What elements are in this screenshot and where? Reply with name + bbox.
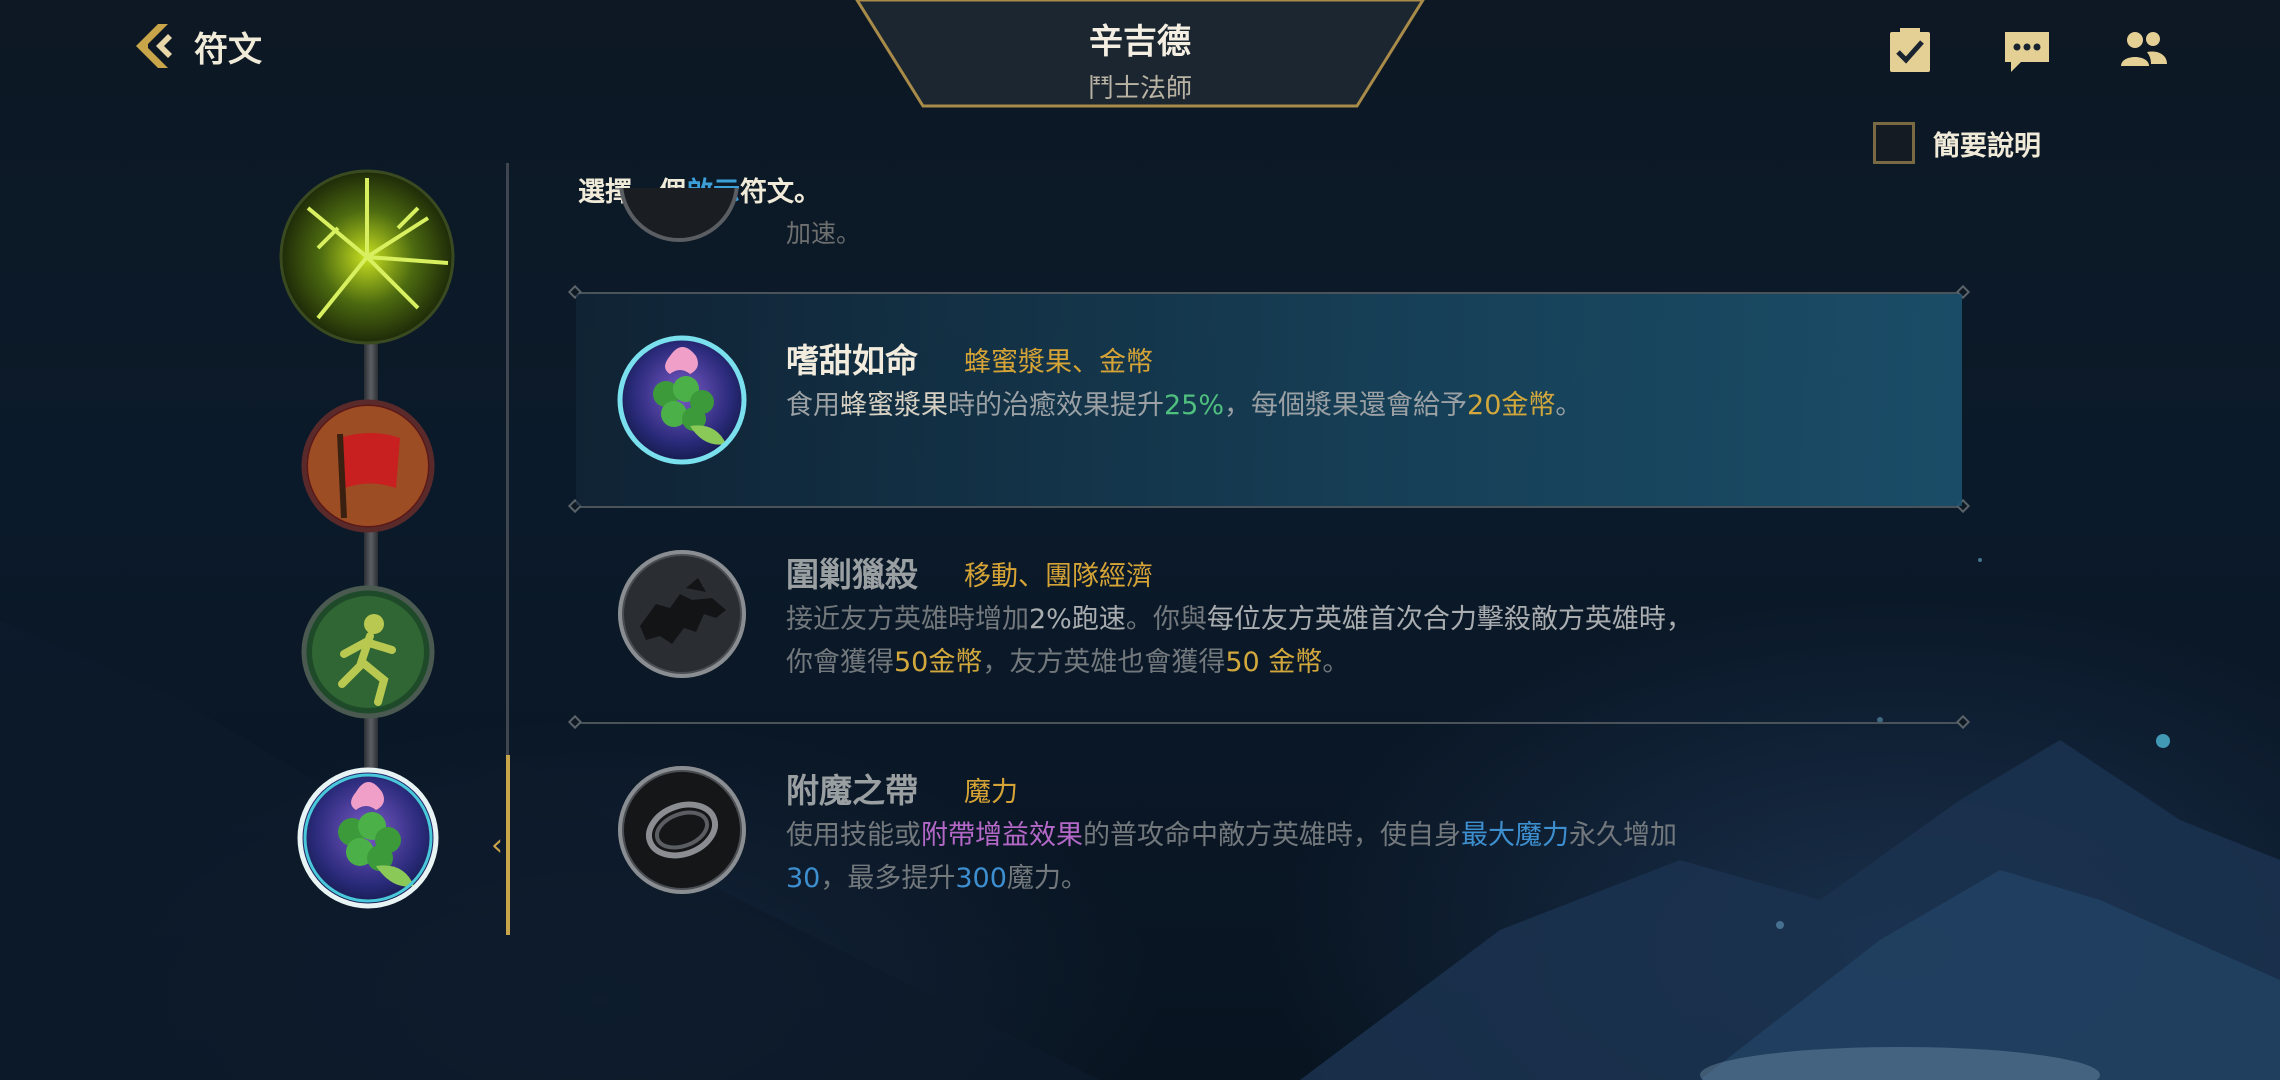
desc-keyword: 每位友方英雄首次合力擊殺敵方英雄時， <box>1206 604 1693 635</box>
chevron-left-icon <box>136 24 172 68</box>
rune-option-relentless-hunter[interactable]: 圍剿獵殺 移動、團隊經濟 接近友方英雄時增加2%跑速。你與每位友方英雄首次合力擊… <box>576 508 1962 720</box>
wolf-pack-icon <box>618 550 746 678</box>
chevron-left-marker-icon: ‹ <box>491 828 503 863</box>
partial-rune-text: 加速。 <box>786 219 862 248</box>
desc-keyword: 附帶增益效果 <box>921 820 1083 851</box>
brief-description-label: 簡要說明 <box>1933 130 2041 162</box>
desc-part: 的普攻命中敵方英雄時，使自身 <box>1083 820 1461 851</box>
banner-rune-icon <box>301 399 435 533</box>
rune-path-runner[interactable] <box>300 584 436 720</box>
rune-path-sweet-tooth[interactable] <box>296 766 440 910</box>
sweet-tooth-rune-icon <box>297 767 439 909</box>
desc-part: 食用 <box>786 390 840 421</box>
desc-part: ，每個漿果還會給予 <box>1224 390 1468 421</box>
rune-tags: 魔力 <box>964 777 1018 808</box>
desc-keyword: 最大魔力 <box>1461 820 1569 851</box>
desc-part: 。你與 <box>1125 604 1207 635</box>
desc-part: 時的治癒效果提升 <box>948 390 1164 421</box>
rune-title: 附魔之帶 <box>786 771 918 810</box>
rune-option-sweet-tooth[interactable]: 嗜甜如命 蜂蜜漿果、金幣 食用蜂蜜漿果時的治癒效果提升25%，每個漿果還會給予2… <box>576 294 1962 506</box>
sweet-tooth-icon <box>617 335 747 465</box>
desc-gold: 50金幣 <box>894 647 983 678</box>
checkbox[interactable] <box>1873 122 1915 164</box>
band-ring-icon <box>618 766 746 894</box>
rune-path-banner[interactable] <box>300 398 436 534</box>
back-button[interactable]: 符文 <box>128 18 262 74</box>
desc-gold: 20金幣 <box>1467 390 1556 421</box>
back-label: 符文 <box>194 29 262 70</box>
desc-part: 接近友方英雄時增加 <box>786 604 1029 635</box>
desc-part: ，友方英雄也會獲得 <box>982 647 1226 678</box>
desc-part: ，最多提升 <box>820 863 956 894</box>
rune-description: 使用技能或附帶增益效果的普攻命中敵方英雄時，使自身最大魔力永久增加 30，最多提升… <box>786 814 1846 900</box>
rune-title: 嗜甜如命 <box>786 341 918 380</box>
rune-tags: 蜂蜜漿果、金幣 <box>964 347 1153 378</box>
champion-banner: 辛吉德 鬥士法師 <box>855 0 1425 110</box>
partial-rune-icon <box>618 188 740 248</box>
checklist-icon[interactable] <box>1884 24 1936 76</box>
rune-option-manaflow-band[interactable]: 附魔之帶 魔力 使用技能或附帶增益效果的普攻命中敵方英雄時，使自身最大魔力永久增… <box>576 724 1962 936</box>
domination-keystone-icon <box>279 169 455 345</box>
rune-title: 圍剿獵殺 <box>786 555 918 594</box>
chat-icon[interactable] <box>2001 24 2053 76</box>
desc-value: 300 <box>955 863 1007 894</box>
desc-keyword: 2%跑速 <box>1029 604 1126 635</box>
friends-icon[interactable] <box>2117 24 2169 76</box>
rune-tags: 移動、團隊經濟 <box>964 561 1153 592</box>
desc-part: 永久增加 <box>1569 820 1677 851</box>
selected-slot-indicator <box>506 755 510 935</box>
desc-part: 使用技能或 <box>786 820 921 851</box>
rune-description: 接近友方英雄時增加2%跑速。你與每位友方英雄首次合力擊殺敵方英雄時， 你會獲得50… <box>786 598 1846 684</box>
instruction-suffix: 符文。 <box>740 177 821 208</box>
desc-part: 魔力。 <box>1006 863 1088 894</box>
desc-keyword: 蜂蜜漿果 <box>840 390 948 421</box>
desc-part: 。 <box>1555 390 1583 421</box>
desc-value: 25% <box>1164 390 1225 421</box>
desc-gold: 50 金幣 <box>1225 647 1323 678</box>
desc-part: 你會獲得 <box>786 647 894 678</box>
runner-rune-icon <box>301 585 435 719</box>
brief-description-toggle[interactable]: 簡要說明 <box>1873 122 2041 164</box>
desc-value: 30 <box>786 863 821 894</box>
champion-role: 鬥士法師 <box>1087 74 1192 104</box>
desc-part: 。 <box>1322 647 1350 678</box>
champion-name: 辛吉德 <box>1089 22 1191 62</box>
rune-path-keystone[interactable] <box>278 168 456 346</box>
rune-description: 食用蜂蜜漿果時的治癒效果提升25%，每個漿果還會給予20金幣。 <box>786 384 1846 427</box>
